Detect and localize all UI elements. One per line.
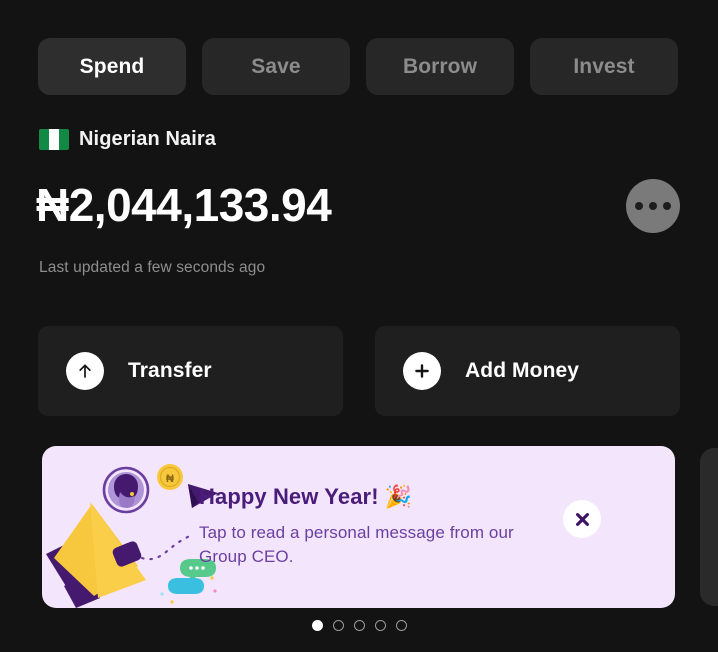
plus-icon xyxy=(403,352,441,390)
account-actions: Transfer Add Money xyxy=(38,326,680,416)
account-balance: ₦2,044,133.94 xyxy=(36,179,332,231)
carousel-dot-1[interactable] xyxy=(311,620,323,631)
transfer-button[interactable]: Transfer xyxy=(38,326,343,416)
account-screen: Spend Save Borrow Invest Nigerian Naira … xyxy=(0,0,718,652)
banner-title: Happy New Year! 🎉 xyxy=(199,484,413,509)
carousel-dot-4[interactable] xyxy=(374,620,386,631)
tab-borrow[interactable]: Borrow xyxy=(366,38,514,95)
tab-borrow-label: Borrow xyxy=(402,54,478,78)
currency-name: Nigerian Naira xyxy=(79,128,217,150)
close-icon[interactable] xyxy=(563,500,601,538)
add-money-button[interactable]: Add Money xyxy=(375,326,680,416)
tab-invest[interactable]: Invest xyxy=(530,38,678,95)
product-tab-bar: Spend Save Borrow Invest xyxy=(38,38,678,95)
nigeria-flag-icon xyxy=(39,129,69,150)
arrow-up-icon xyxy=(66,352,104,390)
banner-body: Tap to read a personal message from our … xyxy=(199,523,514,567)
last-updated-text: Last updated a few seconds ago xyxy=(39,259,266,276)
tab-save-label: Save xyxy=(251,54,301,78)
ellipsis-dot xyxy=(635,202,643,210)
transfer-label: Transfer xyxy=(128,359,212,382)
ellipsis-dot xyxy=(663,202,671,210)
ellipsis-icon[interactable] xyxy=(626,179,680,233)
tab-spend-label: Spend xyxy=(79,54,145,78)
carousel-next-card[interactable] xyxy=(700,448,718,606)
carousel-dot-5[interactable] xyxy=(395,620,407,631)
tab-spend[interactable]: Spend xyxy=(38,38,186,95)
ellipsis-dot xyxy=(649,202,657,210)
svg-text:₦: ₦ xyxy=(166,473,174,485)
carousel-dots xyxy=(0,620,718,631)
currency-row: Nigerian Naira xyxy=(39,128,216,151)
tab-save[interactable]: Save xyxy=(202,38,350,95)
carousel-dot-3[interactable] xyxy=(353,620,365,631)
add-money-label: Add Money xyxy=(465,359,580,382)
tab-invest-label: Invest xyxy=(573,54,635,78)
carousel-dot-2[interactable] xyxy=(332,620,344,631)
banner-text: Happy New Year! 🎉 Tap to read a personal… xyxy=(199,484,529,569)
